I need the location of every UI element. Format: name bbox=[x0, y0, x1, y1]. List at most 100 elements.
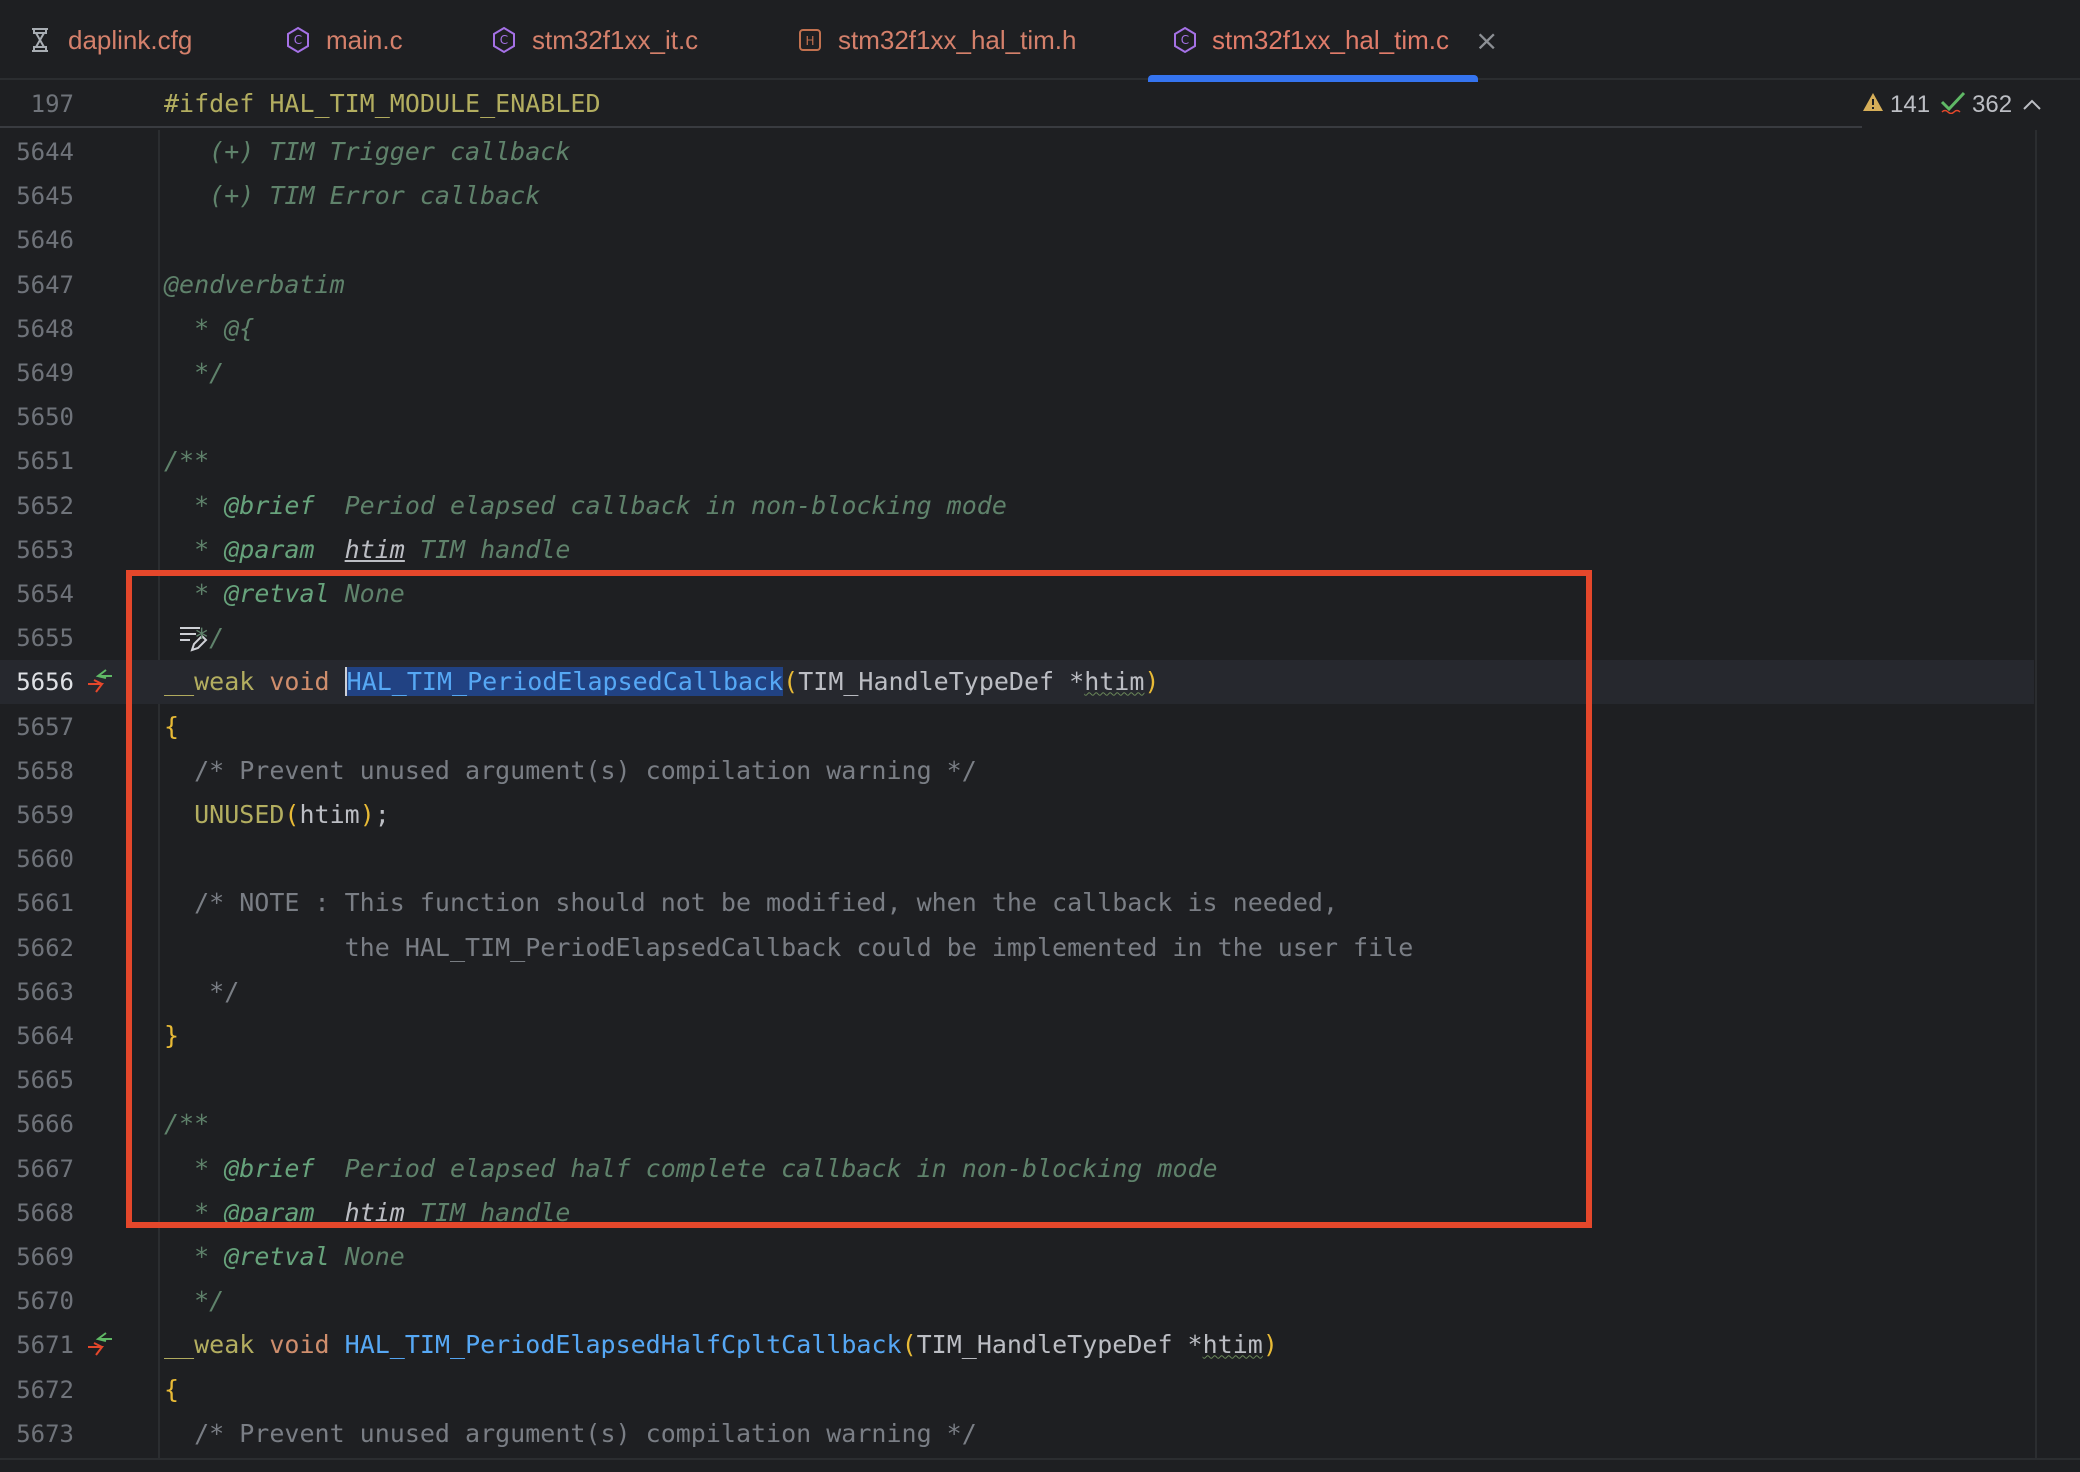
code-line[interactable]: 5662 the HAL_TIM_PeriodElapsedCallback c… bbox=[0, 926, 2034, 970]
code-token: { bbox=[164, 1374, 180, 1404]
code-line[interactable]: 5667 * @brief Period elapsed half comple… bbox=[0, 1147, 2034, 1191]
sticky-scope-line[interactable]: 197 #ifdef HAL_TIM_MODULE_ENABLED bbox=[0, 82, 1862, 128]
code-line[interactable]: 5647 @endverbatim bbox=[0, 263, 2034, 307]
code-token: } bbox=[164, 1021, 180, 1050]
line-number[interactable]: 5651 bbox=[0, 439, 74, 483]
code-line[interactable]: 5660 bbox=[0, 837, 2034, 881]
code-line[interactable]: 5658 /* Prevent unused argument(s) compi… bbox=[0, 749, 2034, 793]
tab-stm32f1xx-hal-tim-h[interactable]: H stm32f1xx_hal_tim.h bbox=[796, 0, 1076, 80]
implementation-marker-icon[interactable] bbox=[84, 666, 116, 698]
preprocessor-directive: #ifdef bbox=[164, 89, 255, 118]
code-token: htim bbox=[1084, 667, 1145, 697]
line-number[interactable]: 5669 bbox=[0, 1235, 74, 1279]
code-line[interactable]: 5659 UNUSED(htim); bbox=[0, 793, 2034, 837]
code-line[interactable]: 5671 __weak void HAL_TIM_PeriodElapsedHal… bbox=[0, 1323, 2034, 1367]
code-line[interactable]: 5666 /** bbox=[0, 1102, 2034, 1146]
code-text: (+) TIM Error callback bbox=[164, 174, 540, 218]
code-line[interactable]: 5656 __weak void HAL_TIM_PeriodElapsedCal… bbox=[0, 660, 2034, 705]
line-number[interactable]: 5666 bbox=[0, 1102, 74, 1146]
collapse-chevron-icon[interactable] bbox=[2022, 91, 2048, 119]
line-number[interactable]: 5665 bbox=[0, 1058, 74, 1102]
code-line[interactable]: 5653 * @param htim TIM handle bbox=[0, 528, 2034, 572]
code-line[interactable]: 5664} bbox=[0, 1014, 2034, 1058]
code-token: __weak bbox=[164, 667, 255, 697]
code-line[interactable]: 5657 { bbox=[0, 705, 2034, 749]
close-tab-icon[interactable]: × bbox=[1475, 24, 1498, 57]
horizontal-scrollbar[interactable] bbox=[0, 1458, 2080, 1472]
code-line[interactable]: 5668 * @param htim TIM handle bbox=[0, 1191, 2034, 1235]
code-token: { bbox=[164, 711, 180, 741]
line-number[interactable]: 5662 bbox=[0, 926, 74, 970]
code-token: htim bbox=[299, 800, 360, 829]
code-line[interactable]: 5663 */ bbox=[0, 970, 2034, 1014]
line-number[interactable]: 5659 bbox=[0, 793, 74, 837]
implementation-marker-icon[interactable] bbox=[84, 1329, 116, 1361]
code-line[interactable]: 5649 */ bbox=[0, 351, 2034, 395]
tab-main-c[interactable]: C main.c bbox=[284, 0, 403, 80]
code-line[interactable]: 5672 { bbox=[0, 1368, 2034, 1412]
warnings-indicator[interactable]: 141 bbox=[1862, 91, 1930, 119]
line-number[interactable]: 5645 bbox=[0, 174, 74, 218]
line-number[interactable]: 5646 bbox=[0, 218, 74, 262]
line-number[interactable]: 5649 bbox=[0, 351, 74, 395]
line-number[interactable]: 5664 bbox=[0, 1014, 74, 1058]
line-number[interactable]: 5660 bbox=[0, 837, 74, 881]
line-number[interactable]: 5670 bbox=[0, 1279, 74, 1323]
tab-daplink-cfg[interactable]: daplink.cfg bbox=[26, 0, 192, 80]
line-number[interactable]: 5673 bbox=[0, 1412, 74, 1456]
checks-indicator[interactable]: 362 bbox=[1940, 90, 2012, 121]
line-number[interactable]: 5671 bbox=[0, 1323, 74, 1367]
tab-label: stm32f1xx_it.c bbox=[532, 24, 699, 55]
line-number[interactable]: 5648 bbox=[0, 307, 74, 351]
line-number[interactable]: 5661 bbox=[0, 881, 74, 925]
code-line[interactable]: 5644 (+) TIM Trigger callback bbox=[0, 130, 2034, 174]
line-number[interactable]: 5668 bbox=[0, 1191, 74, 1235]
line-number[interactable]: 5667 bbox=[0, 1147, 74, 1191]
code-line[interactable]: 5661 /* NOTE : This function should not … bbox=[0, 881, 2034, 925]
code-text: * @retval None bbox=[164, 1235, 405, 1279]
code-line[interactable]: 5665 bbox=[0, 1058, 2034, 1102]
line-number[interactable]: 5657 bbox=[0, 705, 74, 749]
line-number[interactable]: 5655 bbox=[0, 616, 74, 660]
code-editor[interactable]: 5644 (+) TIM Trigger callback 5645 (+) TI… bbox=[0, 130, 2080, 1458]
right-margin-guide bbox=[2035, 130, 2037, 1458]
code-token: /* Prevent unused argument(s) compilatio… bbox=[164, 755, 977, 785]
code-line[interactable]: 5645 (+) TIM Error callback bbox=[0, 174, 2034, 218]
code-token: (+) TIM Error callback bbox=[164, 181, 541, 211]
line-number[interactable]: 5653 bbox=[0, 528, 74, 572]
code-text: */ bbox=[164, 1279, 224, 1323]
code-token: * bbox=[164, 1197, 225, 1227]
code-line[interactable]: 5669 * @retval None bbox=[0, 1235, 2034, 1279]
line-number[interactable]: 5652 bbox=[0, 484, 74, 528]
line-number[interactable]: 5650 bbox=[0, 395, 74, 439]
code-line[interactable]: 5650 bbox=[0, 395, 2034, 439]
inspection-widget[interactable]: 141 362 bbox=[1862, 82, 2080, 128]
line-number[interactable]: 5672 bbox=[0, 1368, 74, 1412]
code-token: @brief bbox=[224, 1153, 315, 1183]
code-token: htim bbox=[1202, 1330, 1263, 1360]
code-line[interactable]: 5670 */ bbox=[0, 1279, 2034, 1323]
code-line[interactable]: 5646 bbox=[0, 218, 2034, 262]
code-token: */ bbox=[164, 1286, 225, 1316]
code-line[interactable]: 5652 * @brief Period elapsed callback in… bbox=[0, 484, 2034, 528]
code-line[interactable]: 5648 * @{ bbox=[0, 307, 2034, 351]
code-token: the HAL_TIM_PeriodElapsedCallback could … bbox=[164, 932, 1414, 962]
code-line[interactable]: 5673 /* Prevent unused argument(s) compi… bbox=[0, 1412, 2034, 1456]
line-number[interactable]: 5663 bbox=[0, 970, 74, 1014]
line-number[interactable]: 5656 bbox=[0, 660, 74, 704]
line-number[interactable]: 5644 bbox=[0, 130, 74, 174]
code-line[interactable]: 5654 * @retval None bbox=[0, 572, 2034, 616]
line-number[interactable]: 5647 bbox=[0, 263, 74, 307]
tab-label: stm32f1xx_hal_tim.h bbox=[838, 24, 1077, 55]
line-number[interactable]: 5658 bbox=[0, 749, 74, 793]
code-token: None bbox=[329, 1242, 405, 1271]
code-line[interactable]: 5651 /** bbox=[0, 439, 2034, 483]
tab-stm32f1xx-hal-tim-c[interactable]: C stm32f1xx_hal_tim.c × bbox=[1148, 0, 1498, 82]
line-number[interactable]: 5654 bbox=[0, 572, 74, 616]
tab-stm32f1xx-it-c[interactable]: C stm32f1xx_it.c bbox=[490, 0, 698, 80]
code-line[interactable]: 5655 */ bbox=[0, 616, 2034, 660]
check-icon bbox=[1940, 90, 1972, 121]
